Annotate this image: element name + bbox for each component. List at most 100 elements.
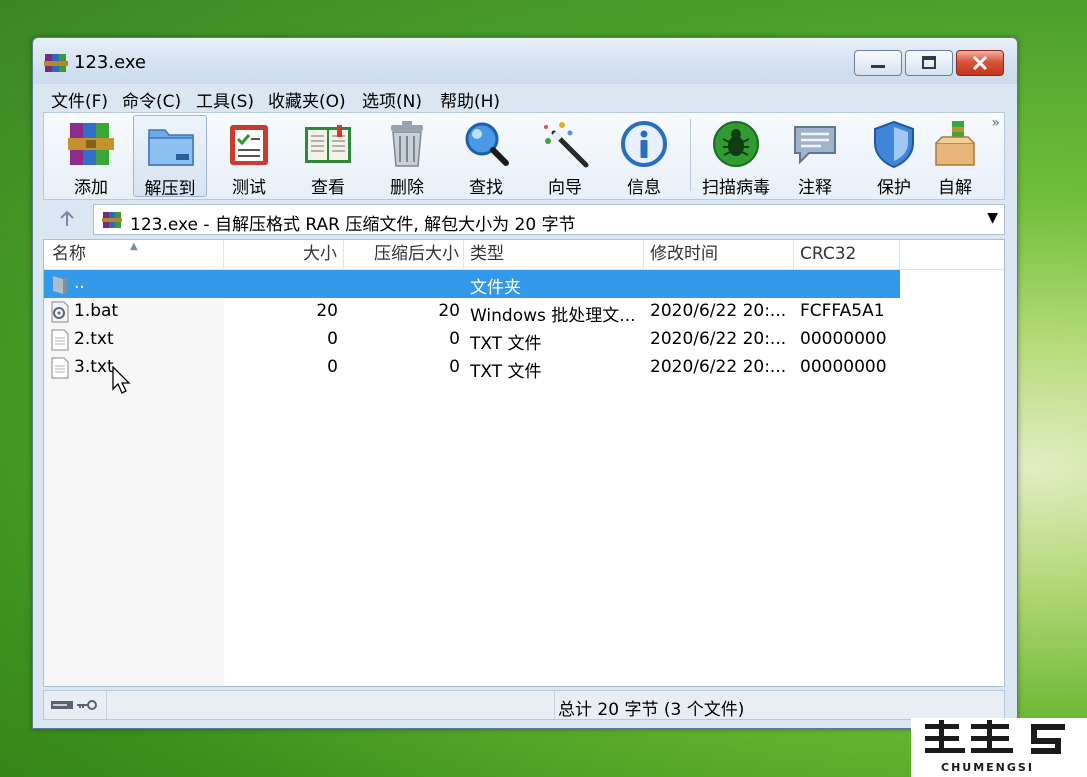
column-header-name[interactable]: ▲ 名称 [44,240,224,269]
maximize-icon [922,56,936,69]
file-type: Windows 批处理文... [470,306,636,326]
maximize-button[interactable] [905,50,953,76]
column-header-size[interactable]: 大小 [224,240,344,269]
arrow-up-icon [60,210,74,226]
key-icon [77,700,97,710]
file-size: 20 [316,301,338,321]
column-header-crc32-label: CRC32 [800,244,857,264]
file-name: .. [74,273,85,293]
toolbar-info-label: 信息 [627,178,661,198]
dropdown-arrow-icon[interactable]: ▼ [987,210,998,226]
address-field[interactable]: 123.exe - 自解压格式 RAR 压缩文件, 解包大小为 20 字节 ▼ [93,204,1005,235]
folder-extract-icon [148,129,194,166]
toolbar-separator [690,119,691,191]
file-crc32: 00000000 [800,357,887,377]
books-archive-icon [68,123,114,165]
table-row[interactable]: 3.txt 0 0 TXT 文件 2020/6/22 20:... 000000… [44,354,900,382]
column-header-size-label: 大小 [303,244,337,264]
watermark-text: CHUMENGSI [941,761,1034,774]
status-divider [554,691,555,719]
toolbar-sfx-label: 自解 [938,178,972,198]
sort-ascending-icon: ▲ [130,241,138,252]
menu-command[interactable]: 命令(C) [122,87,181,112]
shield-icon [874,120,914,169]
file-type: TXT 文件 [470,334,542,354]
file-size: 0 [327,329,338,349]
toolbar-view-button[interactable]: 查看 [291,115,365,198]
menu-file[interactable]: 文件(F) [51,87,108,112]
status-bar: 总计 20 字节 (3 个文件) [43,690,1005,720]
archive-file-icon [102,212,122,228]
watermark-logo-icon [925,720,1065,754]
file-name: 1.bat [74,301,119,321]
menu-tools[interactable]: 工具(S) [196,87,254,112]
toolbar-protect-label: 保护 [877,178,911,198]
toolbar-extract-label: 解压到 [144,179,196,199]
table-row[interactable]: 2.txt 0 0 TXT 文件 2020/6/22 20:... 000000… [44,326,900,354]
toolbar-test-label: 测试 [232,178,266,198]
column-header-modified[interactable]: 修改时间 [644,240,794,269]
status-summary: 总计 20 字节 (3 个文件) [558,700,745,720]
info-icon [621,121,667,167]
open-book-icon [305,125,351,163]
batch-file-icon [51,301,69,323]
toolbar-sfx-button[interactable]: 自解 [924,115,986,198]
toolbar-find-button[interactable]: 查找 [449,115,523,198]
toolbar-wizard-button[interactable]: 向导 [528,115,602,198]
toolbar-find-label: 查找 [469,178,503,198]
toolbar-virus-scan-button[interactable]: 扫描病毒 [696,115,776,198]
winrar-logo-icon [44,54,68,72]
text-file-icon [51,329,69,351]
drive-icon [51,701,73,709]
watermark: CHUMENGSI [911,718,1087,777]
column-header-packed-label: 压缩后大小 [374,244,459,264]
file-crc32: FCFFA5A1 [800,301,885,321]
menu-help[interactable]: 帮助(H) [440,87,500,112]
toolbar-virus-scan-label: 扫描病毒 [702,178,770,198]
mouse-pointer-icon [112,366,131,394]
column-header-crc32[interactable]: CRC32 [794,240,900,269]
checklist-icon [230,125,268,165]
address-bar: 123.exe - 自解压格式 RAR 压缩文件, 解包大小为 20 字节 ▼ [43,204,1005,235]
toolbar-comment-button[interactable]: 注释 [778,115,852,198]
file-type: 文件夹 [470,278,521,298]
file-modified: 2020/6/22 20:... [650,329,787,349]
toolbar-info-button[interactable]: 信息 [607,115,681,198]
toolbar-view-label: 查看 [311,178,345,198]
status-indicators [44,691,107,719]
folder-up-icon [53,276,67,294]
toolbar-delete-label: 删除 [390,178,424,198]
address-text: 123.exe - 自解压格式 RAR 压缩文件, 解包大小为 20 字节 [130,215,576,235]
file-crc32: 00000000 [800,329,887,349]
column-header-name-label: 名称 [52,244,86,264]
file-list: ▲ 名称 大小 压缩后大小 类型 修改时间 CRC32 .. 文件夹 1.bat… [43,239,1005,687]
winrar-window: 123.exe 文件(F) 命令(C) 工具(S) 收藏夹(O) 选项(N) 帮… [32,37,1018,729]
menu-favorites[interactable]: 收藏夹(O) [268,87,346,112]
column-header-modified-label: 修改时间 [650,244,718,264]
minimize-icon [871,65,885,68]
up-arrow-button[interactable] [43,204,91,235]
close-button[interactable] [956,50,1004,76]
toolbar-add-button[interactable]: 添加 [54,115,128,198]
menu-bar: 文件(F) 命令(C) 工具(S) 收藏夹(O) 选项(N) 帮助(H) [43,85,1007,112]
toolbar-protect-button[interactable]: 保护 [857,115,931,198]
menu-options[interactable]: 选项(N) [362,87,422,112]
magnifier-icon [465,122,509,166]
toolbar-extract-button[interactable]: 解压到 [133,115,207,199]
title-bar[interactable]: 123.exe [33,38,1017,84]
virus-scan-icon [713,121,759,167]
column-header-type[interactable]: 类型 [464,240,644,269]
toolbar-add-label: 添加 [74,178,108,198]
trash-bin-icon [391,121,423,167]
toolbar-overflow-chevron-icon[interactable]: » [991,115,1000,131]
minimize-button[interactable] [854,50,902,76]
table-row[interactable]: 1.bat 20 20 Windows 批处理文... 2020/6/22 20… [44,298,900,326]
file-packed-size: 20 [438,301,460,321]
toolbar-test-button[interactable]: 测试 [212,115,286,198]
column-header-packed[interactable]: 压缩后大小 [344,240,464,269]
toolbar-delete-button[interactable]: 删除 [370,115,444,198]
table-row-parent-folder[interactable]: .. 文件夹 [44,270,900,298]
toolbar-comment-label: 注释 [798,178,832,198]
sfx-box-icon [935,121,975,166]
column-header-type-label: 类型 [470,244,504,264]
